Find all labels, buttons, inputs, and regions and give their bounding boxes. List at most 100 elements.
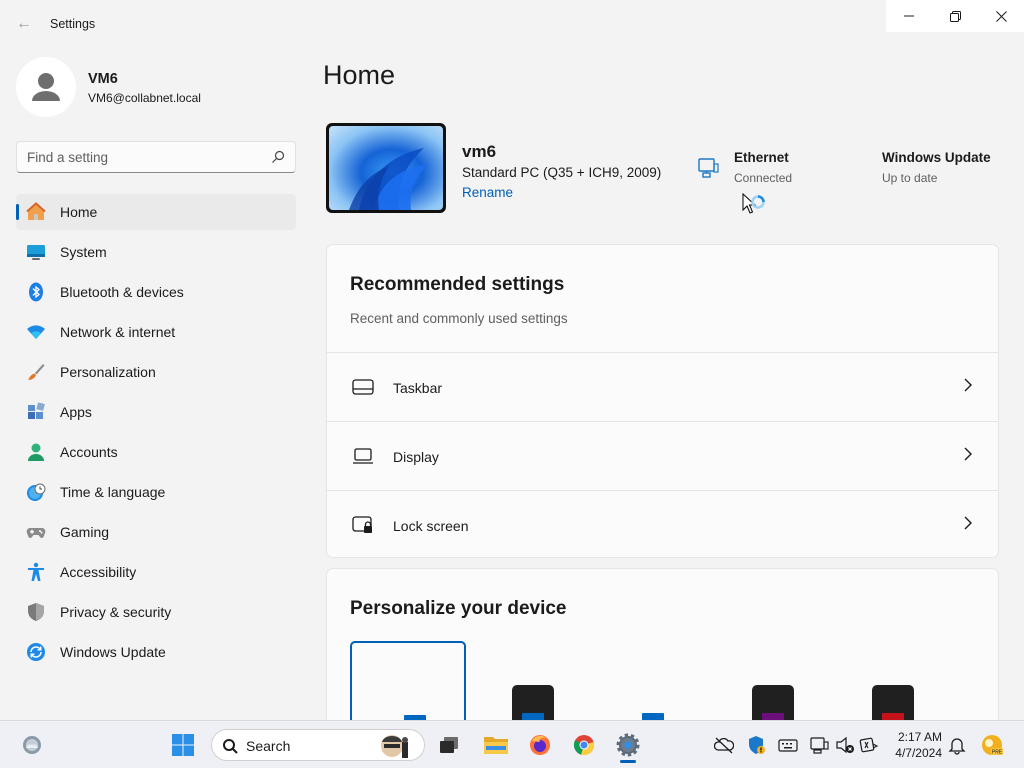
theme-option[interactable]	[590, 641, 706, 731]
sidebar-item-accounts[interactable]: Accounts	[16, 434, 296, 470]
gamepad-icon	[26, 528, 46, 539]
lock-screen-icon	[352, 516, 372, 533]
sidebar-item-system[interactable]: System	[16, 234, 296, 270]
windows-bloom-wallpaper-icon	[349, 148, 429, 210]
recommended-item-label: Lock screen	[393, 518, 469, 534]
back-button[interactable]: ←	[14, 14, 34, 34]
close-button[interactable]	[978, 0, 1024, 32]
sidebar-item-label: Time & language	[60, 484, 166, 500]
personalize-card: Personalize your device	[326, 568, 999, 733]
ethernet-title[interactable]: Ethernet	[734, 150, 789, 165]
sidebar-item-label: Gaming	[60, 524, 110, 540]
restore-icon	[949, 10, 961, 22]
sidebar-item-windows-update[interactable]: Windows Update	[16, 634, 296, 670]
device-wallpaper-thumbnail	[326, 123, 446, 213]
taskbar-icon	[352, 379, 374, 395]
maximize-button[interactable]	[932, 0, 978, 32]
device-name: vm6	[462, 142, 497, 161]
bluetooth-icon	[29, 282, 43, 302]
sidebar-item-privacy-security[interactable]: Privacy & security	[16, 594, 296, 630]
clock-time: 2:17 AM	[897, 730, 942, 744]
laptop-icon	[353, 448, 373, 464]
start-button[interactable]	[167, 729, 199, 761]
search-icon	[223, 739, 238, 754]
accessibility-icon	[28, 562, 44, 581]
windows-update-status: Up to date	[882, 171, 938, 185]
recommended-settings-card: Recommended settings Recent and commonly…	[326, 244, 999, 558]
svg-text:PRE: PRE	[992, 750, 1003, 756]
page-title: Home	[323, 60, 396, 90]
weather-widget-icon	[23, 736, 41, 754]
preview-build-icon[interactable]: PRE	[980, 733, 1004, 757]
personalize-title: Personalize your device	[350, 598, 567, 619]
theme-option[interactable]	[350, 641, 466, 733]
minimize-icon	[904, 15, 914, 17]
minimize-button[interactable]	[886, 0, 932, 32]
sidebar-item-label: Privacy & security	[60, 604, 172, 620]
title-bar: ← Settings	[0, 0, 1024, 48]
sidebar-item-accessibility[interactable]: Accessibility	[16, 554, 296, 590]
taskbar-clock[interactable]: 2:17 AM 4/7/2024	[886, 729, 942, 761]
sidebar-item-network[interactable]: Network & internet	[16, 314, 296, 350]
apps-icon	[28, 402, 45, 419]
search-input[interactable]	[27, 148, 267, 166]
taskbar-search[interactable]: Search	[211, 729, 425, 761]
clock-date: 4/7/2024	[895, 746, 942, 760]
recommended-item-taskbar[interactable]: Taskbar	[327, 352, 998, 420]
theme-option[interactable]	[470, 641, 586, 731]
widgets-button[interactable]	[16, 729, 48, 761]
windows-update-title[interactable]: Windows Update	[882, 150, 991, 165]
user-name: VM6	[88, 71, 118, 87]
task-view-icon	[440, 737, 458, 753]
sidebar-item-personalization[interactable]: Personalization	[16, 354, 296, 390]
ethernet-icon[interactable]	[696, 156, 720, 180]
search-highlight-icon	[381, 735, 408, 758]
find-setting-search[interactable]	[16, 141, 296, 173]
device-model: Standard PC (Q35 + ICH9, 2009)	[462, 165, 662, 180]
recommended-item-label: Display	[393, 449, 439, 465]
theme-option[interactable]	[830, 641, 946, 731]
firefox-icon	[530, 735, 550, 755]
avatar[interactable]	[16, 57, 76, 117]
sidebar-item-label: Windows Update	[60, 644, 166, 660]
recommended-item-lock-screen[interactable]: Lock screen	[327, 490, 998, 558]
chevron-right-icon	[964, 378, 972, 392]
theme-option[interactable]	[710, 641, 826, 731]
onedrive-offline-icon[interactable]	[714, 735, 734, 755]
recommended-item-label: Taskbar	[393, 380, 443, 396]
sidebar-item-label: Network & internet	[60, 324, 176, 340]
close-icon	[995, 10, 1007, 22]
window-controls	[886, 0, 1024, 32]
network-icon[interactable]	[809, 735, 829, 755]
security-shield-icon[interactable]	[746, 735, 766, 755]
recommended-subtitle: Recent and commonly used settings	[350, 311, 568, 326]
user-icon	[32, 73, 60, 101]
shield-icon	[28, 603, 44, 621]
sidebar-item-label: Personalization	[60, 364, 156, 380]
chevron-right-icon	[964, 516, 972, 530]
recommended-title: Recommended settings	[350, 274, 565, 295]
volume-muted-icon[interactable]	[835, 735, 855, 755]
notification-bell-icon[interactable]	[947, 735, 967, 755]
file-explorer-button[interactable]	[480, 729, 512, 761]
sidebar-item-gaming[interactable]: Gaming	[16, 514, 296, 550]
keyboard-icon[interactable]	[778, 735, 798, 755]
clock-globe-icon	[27, 483, 46, 501]
sidebar-item-home[interactable]: Home	[16, 194, 296, 230]
sidebar-item-apps[interactable]: Apps	[16, 394, 296, 430]
chrome-button[interactable]	[568, 729, 600, 761]
firefox-button[interactable]	[524, 729, 556, 761]
rename-link[interactable]: Rename	[462, 185, 513, 200]
search-icon[interactable]	[271, 150, 285, 164]
language-icon[interactable]	[859, 735, 879, 755]
settings-app-button[interactable]	[612, 729, 644, 761]
sidebar-item-label: System	[60, 244, 107, 260]
recommended-item-display[interactable]: Display	[327, 421, 998, 489]
sidebar-item-bluetooth[interactable]: Bluetooth & devices	[16, 274, 296, 310]
taskbar-search-label: Search	[246, 738, 291, 754]
taskbar: Search 2:17 AM 4/7/2024 PRE	[0, 720, 1024, 768]
wifi-icon	[27, 325, 45, 339]
sidebar-item-time-language[interactable]: Time & language	[16, 474, 296, 510]
task-view-button[interactable]	[433, 729, 465, 761]
sidebar-nav: Home System Bluetooth & devices Network …	[16, 194, 296, 674]
